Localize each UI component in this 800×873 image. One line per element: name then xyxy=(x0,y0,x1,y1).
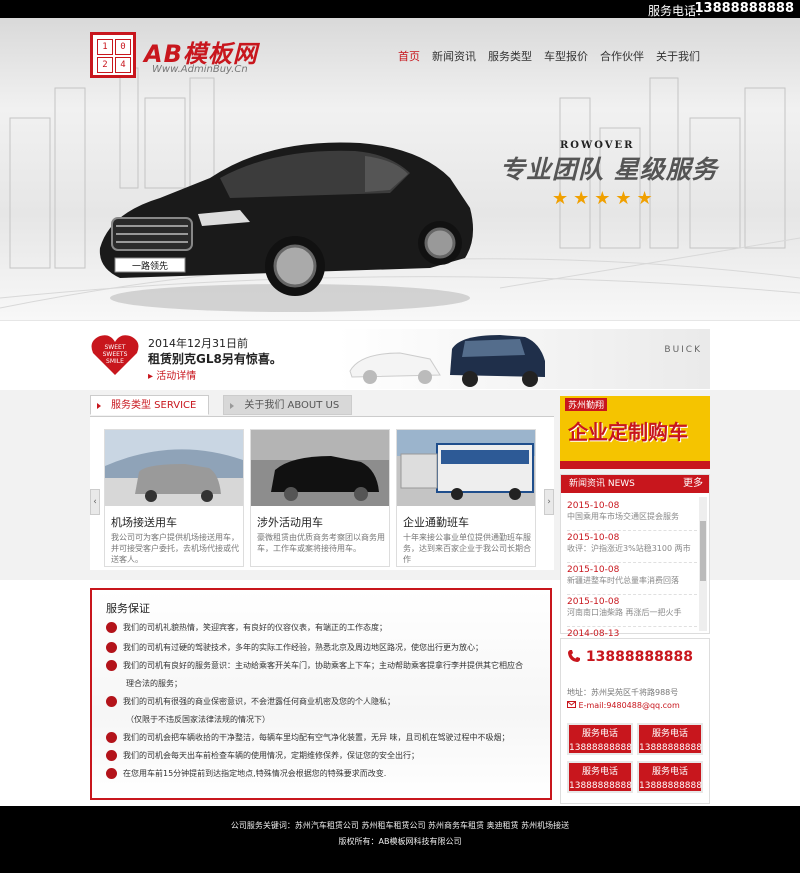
news-header: 新闻资讯 NEWS 更多 xyxy=(561,475,709,493)
hero-slogan: 专业团队 星级服务 xyxy=(500,155,718,184)
tab-about-us[interactable]: 关于我们 ABOUT US xyxy=(223,395,353,415)
hotline-button[interactable]: 服务电话 13888888888 xyxy=(567,723,633,755)
plate-text: 一路领先 xyxy=(132,260,168,272)
promo-cars-image xyxy=(349,335,545,387)
bullet-icon xyxy=(106,660,117,671)
carousel-next-button[interactable]: › xyxy=(544,489,554,515)
service-card-desc: 我公司可为客户提供机场接送用车，并可接受客户委托，去机场代接或代送客人。 xyxy=(111,533,239,564)
contact-phone: 13888888888 xyxy=(567,649,693,665)
tab-arrow-icon xyxy=(230,403,235,409)
news-list: 2015-10-08 中国乘用车市场交通区提会服务 2015-10-08 收评：… xyxy=(567,501,697,661)
bullet-icon xyxy=(106,622,117,633)
guarantee-item: 我们的司机有很强的商业保密意识，不会泄露任何商业机密及您的个人隐私； xyxy=(106,696,395,707)
guarantee-item: 在您用车前15分钟提前到达指定地点,特殊情况会根据您的特殊要求而改变. xyxy=(106,768,386,779)
news-heading: 新闻资讯 NEWS xyxy=(569,479,635,489)
heart-badge-icon: SWEET SWEETS SMILE xyxy=(91,335,139,375)
guarantee-item-note: （仅限于不违反国家法律法规的情况下） xyxy=(126,715,270,724)
buick-logo: BUICK xyxy=(664,345,702,355)
news-more-link[interactable]: 更多 xyxy=(683,475,703,493)
service-tabs: 服务类型 SERVICE 关于我们 ABOUT US xyxy=(90,395,366,417)
mail-icon xyxy=(567,701,576,708)
logo-url: Www.AdminBuy.Cn xyxy=(152,64,248,75)
hotline-button[interactable]: 服务电话 13888888888 xyxy=(637,761,703,793)
hero-banner: 1 0 2 4 AB模板网 Www.AdminBuy.Cn 首页 新闻资讯 服务… xyxy=(0,18,800,320)
nav-item-services[interactable]: 服务类型 xyxy=(488,48,532,64)
service-guarantee-box: 服务保证 我们的司机礼貌热情，笑迎宾客，有良好的仪容仪表，有端正的工作态度； 我… xyxy=(90,588,552,800)
svg-text:SMILE: SMILE xyxy=(106,358,124,365)
guarantee-item: 我们的司机会每天出车前检查车辆的使用情况，定期维修保养，保证您的安全出行； xyxy=(106,750,419,761)
promo-title: 2014年12月31日前 xyxy=(148,337,248,350)
service-card-airport[interactable]: 机场接送用车 我公司可为客户提供机场接送用车，并可接受客户委托，去机场代接或代送… xyxy=(104,429,244,567)
ad-headline: 企业定制购车 xyxy=(568,420,688,444)
service-card-title: 企业通勤班车 xyxy=(403,516,469,529)
ad-label: 苏州勤翔 xyxy=(565,398,608,411)
bullet-icon xyxy=(106,696,117,707)
contact-panel: 13888888888 地址：苏州吴苑区千将路988号 E-mail:94804… xyxy=(560,638,710,804)
service-card-shuttle-bus[interactable]: 企业通勤班车 十年来接公事业单位提供通勤班车服务，达到来百家企业于我公司长期合作 xyxy=(396,429,536,567)
guarantee-item-continued: 理合法的服务； xyxy=(126,679,182,688)
service-card-title: 涉外活动用车 xyxy=(257,516,323,529)
bullet-icon xyxy=(106,642,117,653)
service-card-desc: 豪微租赁由优质商务考察团以商务用车，工作车或案将接待用车。 xyxy=(257,533,385,553)
hotline-button[interactable]: 服务电话 13888888888 xyxy=(567,761,633,793)
service-card-title: 机场接送用车 xyxy=(111,516,177,529)
contact-address: 地址：苏州吴苑区千将路988号 xyxy=(567,688,679,697)
nav-item-home[interactable]: 首页 xyxy=(398,48,420,64)
bullet-icon xyxy=(106,750,117,761)
list-item[interactable]: 2015-10-08 中国乘用车市场交通区提会服务 xyxy=(567,501,697,531)
footer-keywords: 公司服务关键词：苏州汽车租赁公司 苏州租车租赁公司 苏州商务车租赁 奥迪租赁 苏… xyxy=(230,821,570,830)
guarantee-item: 我们的司机会把车辆收拾的干净整洁，每辆车里均配有空气净化装置，无异 味，且司机在… xyxy=(106,732,510,743)
footer-copyright: 版权所有：AB模板网科技有限公司 xyxy=(338,837,462,846)
service-card-foreign-affairs[interactable]: 涉外活动用车 豪微租赁由优质商务考察团以商务用车，工作车或案将接待用车。 xyxy=(250,429,390,567)
airport-van-image xyxy=(105,430,243,506)
hotline-number: 13888888888 xyxy=(694,1,795,16)
main-nav: 首页 新闻资讯 服务类型 车型报价 合作伙伴 关于我们 xyxy=(398,48,700,64)
bullet-icon xyxy=(106,768,117,779)
promo-section: SWEET SWEETS SMILE 2014年12月31日前 租赁别克GL8另… xyxy=(0,320,800,390)
top-bar: 服务电话： 13888888888 xyxy=(0,0,800,18)
contact-email[interactable]: E-mail:9480488@qq.com xyxy=(567,701,680,710)
tab-service[interactable]: 服务类型 SERVICE xyxy=(90,395,210,415)
nav-item-news[interactable]: 新闻资讯 xyxy=(432,48,476,64)
nav-item-prices[interactable]: 车型报价 xyxy=(544,48,588,64)
site-logo[interactable]: 1 0 2 4 AB模板网 Www.AdminBuy.Cn xyxy=(90,32,260,82)
custom-purchase-ad[interactable]: 苏州勤翔 企业定制购车 xyxy=(560,396,710,469)
promo-detail-link[interactable]: ▸ 活动详情 xyxy=(148,367,196,382)
list-item[interactable]: 2015-10-08 河南南口油柴路 再涨后一把火手 xyxy=(567,597,697,627)
site-footer: 公司服务关键词：苏州汽车租赁公司 苏州租车租赁公司 苏州商务车租赁 奥迪租赁 苏… xyxy=(0,806,800,873)
news-scrollbar[interactable] xyxy=(699,497,707,631)
nav-item-about[interactable]: 关于我们 xyxy=(656,48,700,64)
tab-arrow-icon xyxy=(97,403,101,409)
service-carousel: ‹ › 机场接送用车 我公司可为客户提供机场接送用车，并可接受客户委托，去机场代… xyxy=(90,416,554,570)
promo-subtitle: 租赁别克GL8另有惊喜。 xyxy=(148,352,282,366)
svg-text:SWEETS: SWEETS xyxy=(103,351,128,358)
guarantee-item: 我们的司机有良好的服务意识：主动给乘客开关车门，协助乘客上下车；主动帮助乘客提拿… xyxy=(106,660,523,671)
phone-icon xyxy=(568,650,580,662)
service-card-desc: 十年来接公事业单位提供通勤班车服务，达到来百家企业于我公司长期合作 xyxy=(403,533,531,564)
promo-banner[interactable]: SWEET SWEETS SMILE 2014年12月31日前 租赁别克GL8另… xyxy=(90,329,710,389)
guarantee-item: 我们的司机礼貌热情，笑迎宾客，有良好的仪容仪表，有端正的工作态度； xyxy=(106,622,387,633)
nav-item-partners[interactable]: 合作伙伴 xyxy=(600,48,644,64)
commuter-bus-image xyxy=(397,430,535,506)
black-sedan-thumb-image xyxy=(251,430,389,506)
carousel-prev-button[interactable]: ‹ xyxy=(90,489,100,515)
logo-mark: 1 0 2 4 xyxy=(90,32,136,78)
svg-text:SWEET: SWEET xyxy=(105,344,126,351)
bullet-icon xyxy=(106,732,117,743)
list-item[interactable]: 2015-10-08 收评：沪指涨近3%站稳3100 两市 xyxy=(567,533,697,563)
hotline-button[interactable]: 服务电话 13888888888 xyxy=(637,723,703,755)
guarantee-item: 我们的司机有过硬的驾驶技术，多年的实际工作经验，熟悉北京及周边地区路况，使您出行… xyxy=(106,642,483,653)
news-panel: 新闻资讯 NEWS 更多 2015-10-08 中国乘用车市场交通区提会服务 2… xyxy=(560,474,710,659)
ad-bottom-bar xyxy=(560,461,710,469)
five-stars-rating: ★★★★★ xyxy=(552,188,658,209)
guarantee-title: 服务保证 xyxy=(106,602,150,615)
black-sedan-image: 一路领先 xyxy=(99,142,474,312)
scrollbar-thumb[interactable] xyxy=(700,521,706,581)
list-item[interactable]: 2015-10-08 新疆进整车时代总量率消费回落 xyxy=(567,565,697,595)
